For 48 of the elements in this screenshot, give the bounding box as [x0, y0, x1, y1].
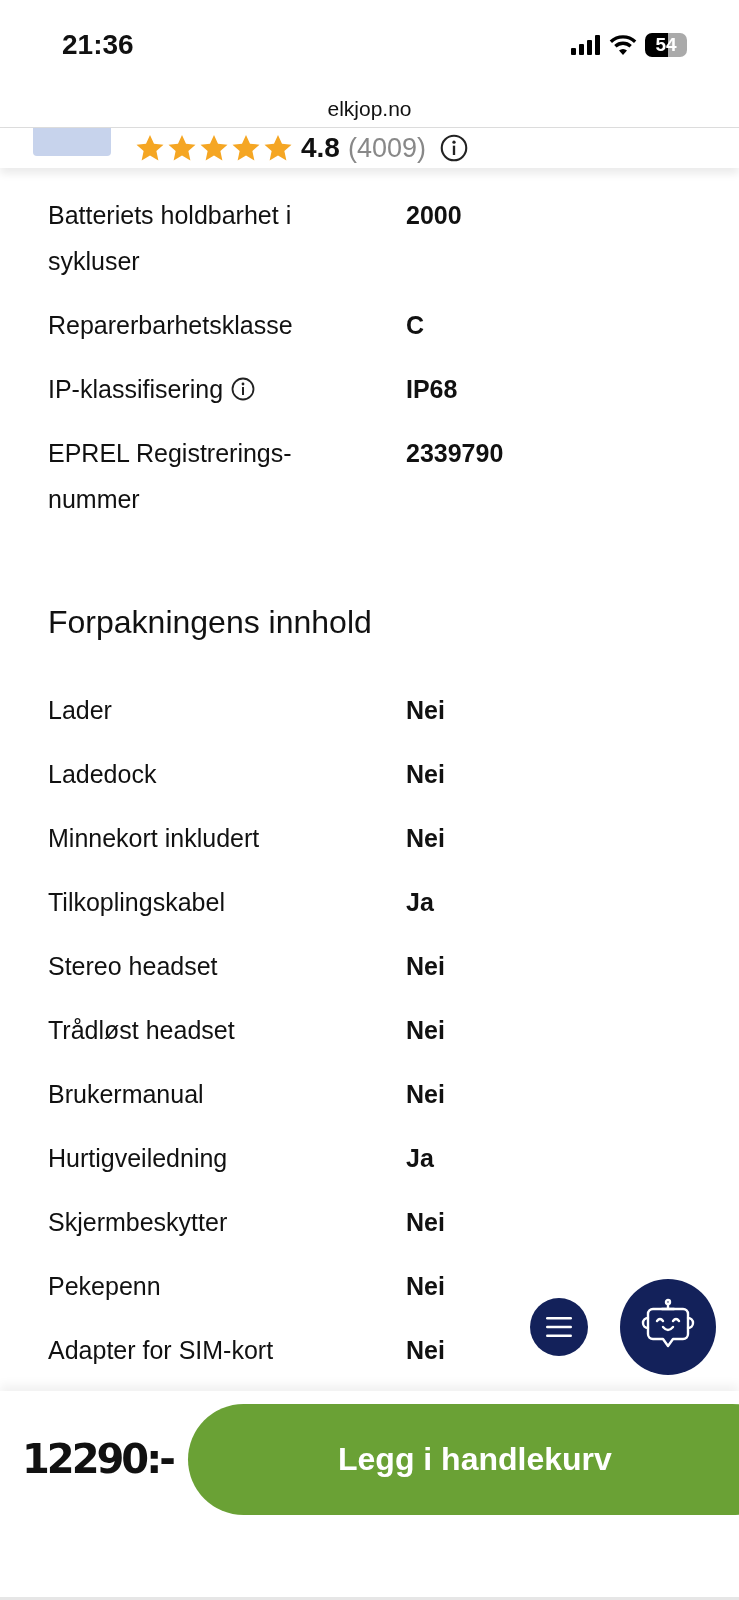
star-icon [167, 133, 197, 163]
spec-value: Nei [406, 1272, 445, 1300]
clock-time: 21:36 [62, 29, 134, 61]
star-icon [231, 133, 261, 163]
spec-label: Stereo headset [48, 951, 218, 982]
spec-value: C [406, 311, 425, 339]
star-icon [263, 133, 293, 163]
spec-value: IP68 [406, 375, 458, 403]
spec-label: Pekepenn [48, 1271, 161, 1302]
spec-value: Nei [406, 1336, 445, 1364]
spec-label: Trådløst headset [48, 1015, 235, 1046]
spec-value: 2000 [406, 201, 462, 229]
review-count: (4009) [347, 132, 426, 165]
spec-label: Minnekort inkludert [48, 823, 260, 854]
spec-label: Skjermbeskytter [48, 1207, 228, 1238]
spec-label: Lader [48, 695, 112, 726]
spec-label: Adapter for SIM-kort [48, 1335, 274, 1366]
spec-value: Nei [406, 1208, 445, 1236]
address-bar[interactable]: elkjop.no [0, 90, 739, 128]
wifi-icon [609, 35, 637, 55]
spec-value: Nei [406, 952, 445, 980]
spec-value: 2339790 [406, 439, 504, 467]
info-icon[interactable] [231, 377, 256, 401]
spec-value: Nei [406, 696, 445, 724]
menu-icon [546, 1317, 572, 1337]
price: 12290:- [22, 1436, 175, 1482]
spec-value: Ja [406, 888, 434, 916]
spec-label: Hurtigveiledning [48, 1143, 228, 1174]
spec-value: Ja [406, 1144, 434, 1172]
menu-button[interactable] [530, 1298, 588, 1356]
spec-value: Nei [406, 824, 445, 852]
info-icon[interactable] [440, 134, 468, 162]
section-heading: Forpakningens innhold [48, 603, 373, 642]
star-icon [135, 133, 165, 163]
rating-value: 4.8 [301, 131, 340, 165]
url-text: elkjop.no [327, 96, 412, 121]
spec-label: EPREL Registrerings-nummer [48, 438, 293, 515]
star-icon [199, 133, 229, 163]
spec-label: Brukermanual [48, 1079, 204, 1110]
spec-value: Nei [406, 1016, 445, 1044]
spec-label: Batteriets holdbarhet i sykluser [48, 200, 293, 277]
spec-label: Ladedock [48, 759, 157, 790]
spec-label: Reparerbarhetsklasse [48, 310, 293, 341]
signal-icon [571, 35, 601, 55]
spec-label: IP-klassifisering [48, 374, 224, 405]
spec-label: Tilkoplingskabel [48, 887, 225, 918]
spec-value: Nei [406, 1080, 445, 1108]
spec-value: Nei [406, 760, 445, 788]
